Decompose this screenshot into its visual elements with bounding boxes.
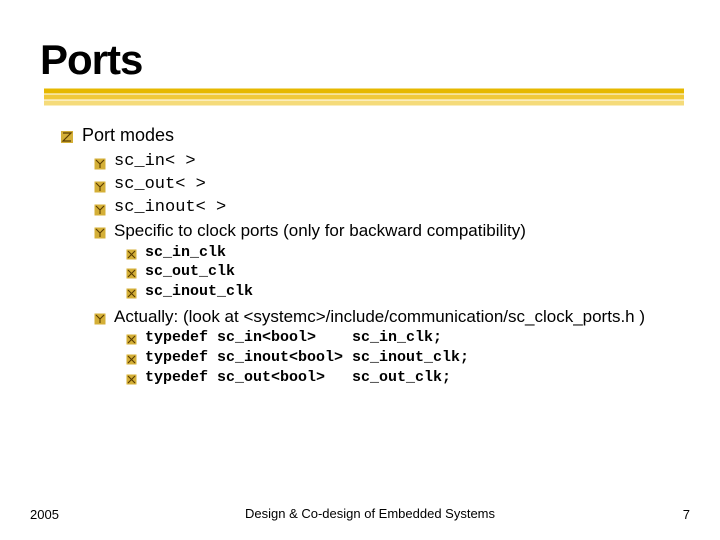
x-bullet-icon	[126, 332, 137, 343]
y-bullet-icon	[94, 201, 106, 213]
x-bullet-icon	[126, 286, 137, 297]
text-actually: Actually: (look at <systemc>/include/com…	[114, 306, 645, 327]
bullet-sc-in: sc_in< >	[94, 151, 680, 172]
slide-title: Ports	[40, 36, 680, 84]
text-sc-out: sc_out< >	[114, 174, 206, 195]
text-sc-in-clk: sc_in_clk	[145, 244, 226, 263]
text-sc-inout: sc_inout< >	[114, 197, 226, 218]
text-specific: Specific to clock ports (only for backwa…	[114, 220, 526, 241]
text-typedef-out: typedef sc_out<bool> sc_out_clk;	[145, 369, 451, 388]
bullet-sc-in-clk: sc_in_clk	[126, 244, 680, 263]
y-bullet-icon	[94, 178, 106, 190]
bullet-sc-inout-clk: sc_inout_clk	[126, 283, 680, 302]
bullet-sc-out-clk: sc_out_clk	[126, 263, 680, 282]
x-bullet-icon	[126, 352, 137, 363]
text-sc-out-clk: sc_out_clk	[145, 263, 235, 282]
bullet-sc-inout: sc_inout< >	[94, 197, 680, 218]
text-port-modes: Port modes	[82, 124, 174, 147]
bullet-actually: Actually: (look at <systemc>/include/com…	[94, 306, 680, 327]
text-typedef-in: typedef sc_in<bool> sc_in_clk;	[145, 329, 442, 348]
footer-page: 7	[660, 507, 720, 522]
text-sc-in: sc_in< >	[114, 151, 196, 172]
text-typedef-inout: typedef sc_inout<bool> sc_inout_clk;	[145, 349, 469, 368]
z-bullet-icon	[60, 128, 74, 142]
x-bullet-icon	[126, 247, 137, 258]
footer-title: Design & Co-design of Embedded Systems	[80, 506, 660, 522]
bullet-port-modes: Port modes	[60, 124, 680, 147]
x-bullet-icon	[126, 372, 137, 383]
x-bullet-icon	[126, 266, 137, 277]
footer: 2005 Design & Co-design of Embedded Syst…	[0, 506, 720, 522]
y-bullet-icon	[94, 310, 106, 322]
slide-body: Port modes sc_in< > sc_out< > sc_inout< …	[40, 124, 680, 387]
text-sc-inout-clk: sc_inout_clk	[145, 283, 253, 302]
bullet-sc-out: sc_out< >	[94, 174, 680, 195]
bullet-typedef-in: typedef sc_in<bool> sc_in_clk;	[126, 329, 680, 348]
bullet-typedef-out: typedef sc_out<bool> sc_out_clk;	[126, 369, 680, 388]
title-underline	[44, 88, 680, 106]
bullet-typedef-inout: typedef sc_inout<bool> sc_inout_clk;	[126, 349, 680, 368]
y-bullet-icon	[94, 224, 106, 236]
y-bullet-icon	[94, 155, 106, 167]
bullet-specific: Specific to clock ports (only for backwa…	[94, 220, 680, 241]
footer-year: 2005	[0, 507, 80, 522]
